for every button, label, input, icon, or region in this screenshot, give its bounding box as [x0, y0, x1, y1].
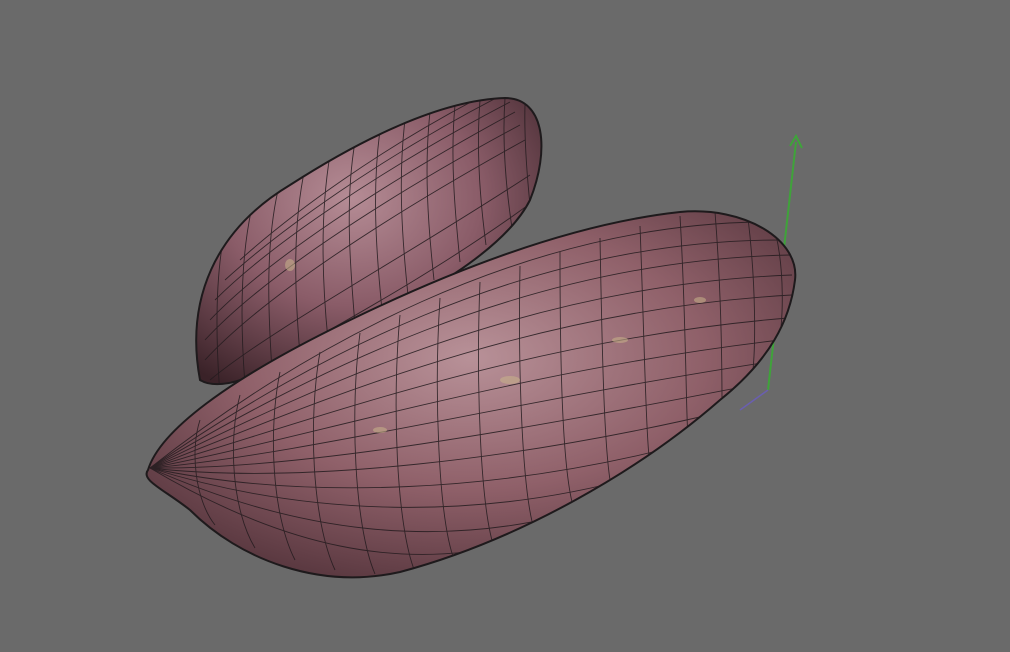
3d-viewport[interactable] [0, 0, 1010, 652]
x-axis [739, 389, 769, 411]
viewport-canvas[interactable] [0, 0, 1010, 652]
